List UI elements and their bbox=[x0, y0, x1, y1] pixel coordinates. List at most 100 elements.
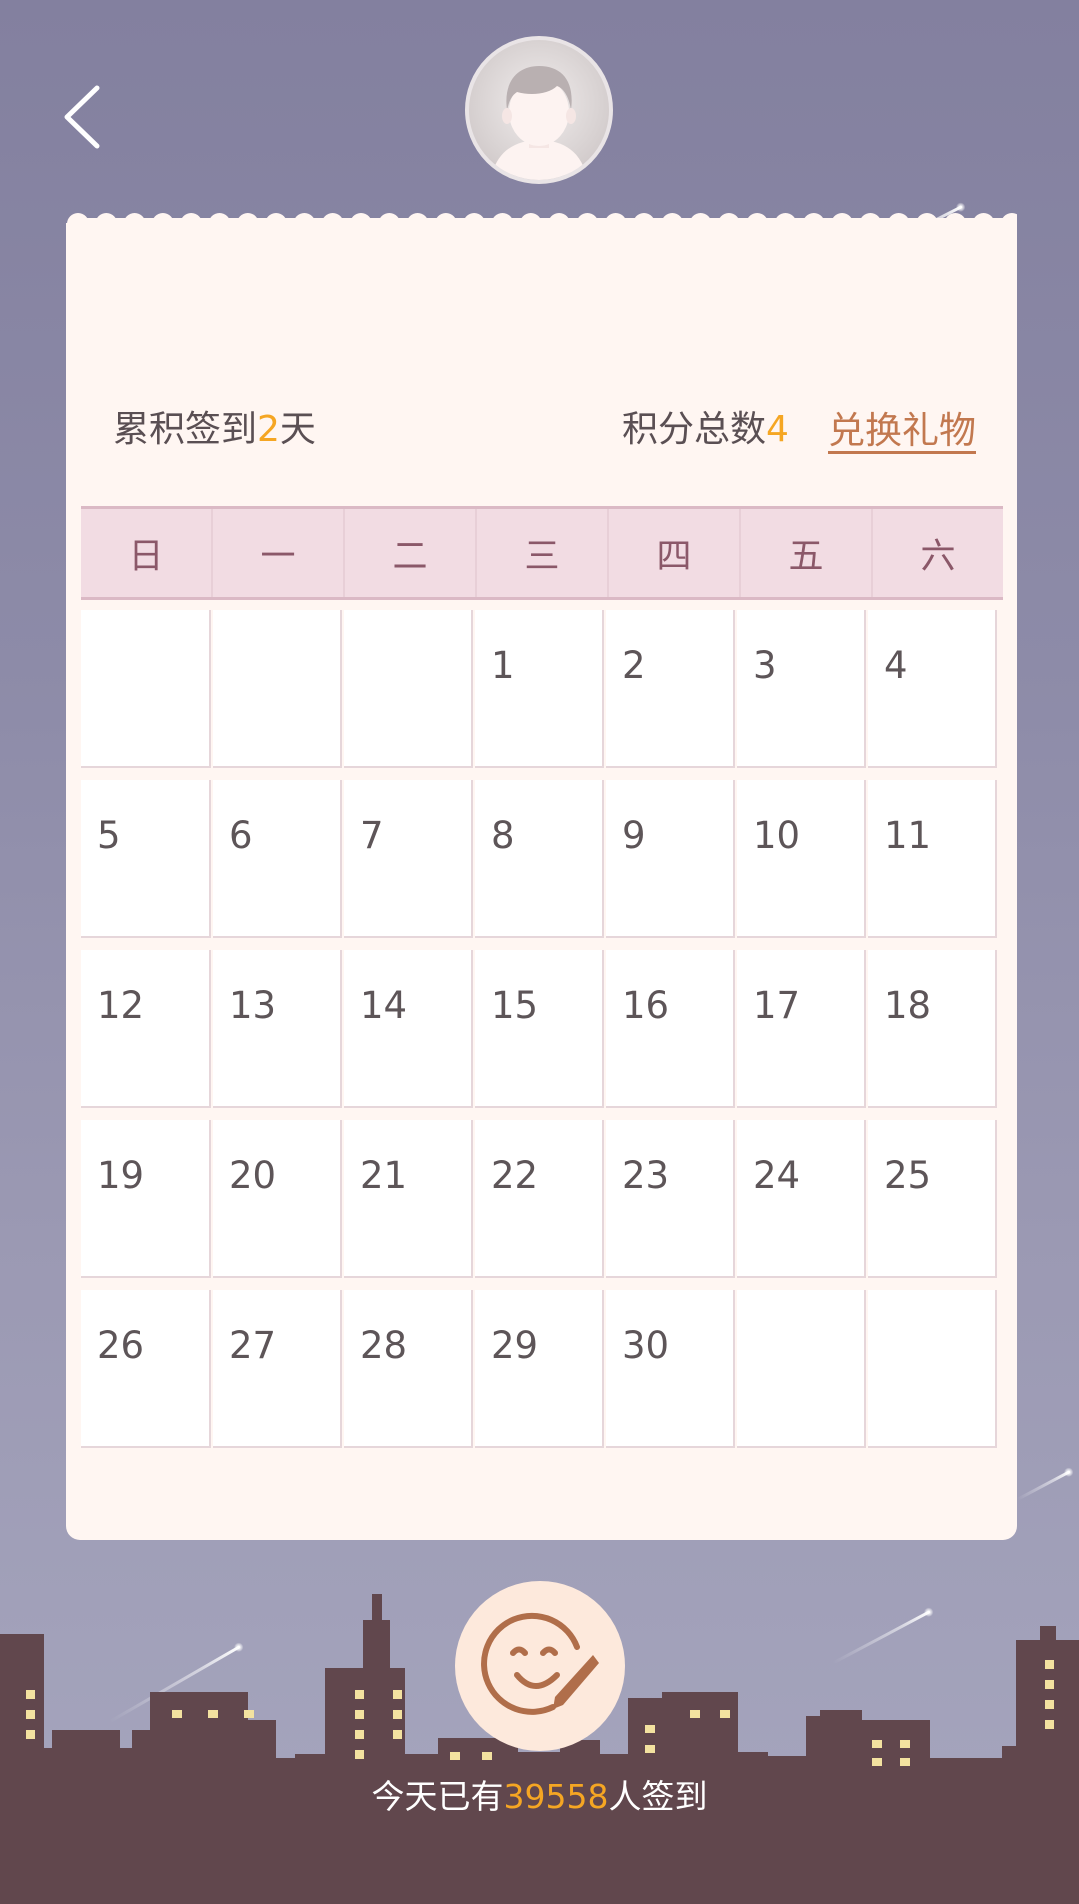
weekday-label: 四 bbox=[609, 509, 741, 597]
day-number: 6 bbox=[229, 814, 253, 857]
scallop-bump bbox=[265, 213, 288, 235]
sign-days-unit: 天 bbox=[279, 409, 316, 450]
calendar-day[interactable]: 19 bbox=[81, 1120, 211, 1278]
scallop-bump bbox=[916, 213, 938, 235]
calendar-day[interactable]: 29 bbox=[475, 1290, 604, 1448]
calendar-day[interactable] bbox=[344, 610, 473, 768]
day-number: 18 bbox=[884, 984, 932, 1027]
calendar-day[interactable]: 24 bbox=[737, 1120, 866, 1278]
weekday-label: 一 bbox=[213, 509, 345, 597]
day-number: 3 bbox=[753, 644, 777, 687]
scallop-bump bbox=[406, 213, 429, 235]
day-number: 12 bbox=[97, 984, 145, 1027]
calendar-week: 26 27 28 29 30 bbox=[81, 1290, 1003, 1448]
avatar[interactable] bbox=[465, 36, 613, 184]
calendar-day[interactable]: 28 bbox=[344, 1290, 473, 1448]
weekday-label: 三 bbox=[477, 509, 609, 597]
points-value: 4 bbox=[766, 409, 789, 450]
calendar-day[interactable]: 15 bbox=[475, 950, 604, 1108]
calendar-day[interactable] bbox=[868, 1290, 997, 1448]
day-number: 24 bbox=[753, 1154, 801, 1197]
sign-in-button[interactable] bbox=[455, 1581, 625, 1751]
scallop-bump bbox=[67, 213, 89, 235]
calendar-day[interactable]: 27 bbox=[213, 1290, 342, 1448]
day-number: 19 bbox=[97, 1154, 145, 1197]
day-number: 22 bbox=[491, 1154, 539, 1197]
scallop-bump bbox=[576, 213, 599, 235]
calendar-day[interactable] bbox=[737, 1290, 866, 1448]
calendar-day[interactable]: 12 bbox=[81, 950, 211, 1108]
day-number: 7 bbox=[360, 814, 384, 857]
weekday-header: 日 一 二 三 四 五 六 bbox=[81, 506, 1003, 600]
scallop-bump bbox=[944, 213, 967, 235]
scallop-bump bbox=[491, 213, 514, 235]
scallop-bump bbox=[236, 213, 259, 235]
weekday-label: 日 bbox=[81, 509, 213, 597]
calendar-day[interactable]: 17 bbox=[737, 950, 866, 1108]
calendar-day[interactable]: 23 bbox=[606, 1120, 735, 1278]
points-summary: 积分总数4 bbox=[622, 400, 789, 452]
count-value: 39558 bbox=[503, 1777, 609, 1816]
smiley-pencil-icon bbox=[481, 1612, 599, 1715]
day-number: 16 bbox=[622, 984, 670, 1027]
day-number: 2 bbox=[622, 644, 646, 687]
calendar-day[interactable]: 8 bbox=[475, 780, 604, 938]
calendar-day[interactable]: 14 bbox=[344, 950, 473, 1108]
calendar-week: 5 6 7 8 9 10 11 bbox=[81, 780, 1003, 938]
calendar-day[interactable]: 30 bbox=[606, 1290, 735, 1448]
back-button[interactable] bbox=[55, 82, 115, 152]
calendar-week: 19 20 21 22 23 24 25 bbox=[81, 1120, 1003, 1278]
calendar-day[interactable]: 26 bbox=[81, 1290, 211, 1448]
calendar-day[interactable]: 1 bbox=[475, 610, 604, 768]
scallop-bump bbox=[180, 213, 203, 235]
day-number: 30 bbox=[622, 1324, 670, 1367]
scallop-bump bbox=[463, 213, 486, 235]
scallop-bump bbox=[434, 213, 457, 235]
weekday-label: 六 bbox=[920, 536, 956, 577]
calendar-day[interactable]: 10 bbox=[737, 780, 866, 938]
calendar-day[interactable]: 9 bbox=[606, 780, 735, 938]
calendar-day[interactable]: 22 bbox=[475, 1120, 604, 1278]
scallop-bump bbox=[689, 213, 712, 235]
calendar-day[interactable]: 4 bbox=[868, 610, 997, 768]
calendar-week: 1 2 3 4 bbox=[81, 610, 1003, 768]
scallop-bump bbox=[378, 213, 401, 235]
calendar-day[interactable] bbox=[81, 610, 211, 768]
day-number: 14 bbox=[360, 984, 408, 1027]
scallop-bump bbox=[717, 213, 740, 235]
day-number: 23 bbox=[622, 1154, 670, 1197]
scallop-bump bbox=[151, 213, 174, 235]
exchange-gift-link[interactable]: 兑换礼物 bbox=[828, 400, 976, 454]
weekday-label: 二 bbox=[345, 509, 477, 597]
scallop-bump bbox=[633, 213, 655, 235]
calendar-day[interactable]: 21 bbox=[344, 1120, 473, 1278]
points-label: 积分总数 bbox=[622, 409, 767, 450]
calendar-day[interactable]: 7 bbox=[344, 780, 473, 938]
day-number: 15 bbox=[491, 984, 539, 1027]
day-number: 28 bbox=[360, 1324, 408, 1367]
day-number: 29 bbox=[491, 1324, 539, 1367]
calendar-day[interactable]: 16 bbox=[606, 950, 735, 1108]
calendar-day[interactable]: 6 bbox=[213, 780, 342, 938]
calendar-day[interactable]: 11 bbox=[868, 780, 997, 938]
scallop-bump bbox=[746, 213, 769, 235]
scallop-bump bbox=[802, 213, 825, 235]
day-number: 26 bbox=[97, 1324, 145, 1367]
day-number: 4 bbox=[884, 644, 908, 687]
scallop-bump bbox=[972, 213, 995, 235]
sign-in-count-text: 今天已有39558人签到 bbox=[0, 1770, 1079, 1818]
scallop-bump bbox=[661, 213, 684, 235]
scallop-bump bbox=[123, 213, 146, 235]
calendar-day[interactable]: 2 bbox=[606, 610, 735, 768]
calendar-day[interactable]: 18 bbox=[868, 950, 997, 1108]
calendar-day[interactable]: 5 bbox=[81, 780, 211, 938]
calendar-day[interactable]: 20 bbox=[213, 1120, 342, 1278]
calendar-day[interactable]: 3 bbox=[737, 610, 866, 768]
calendar-day[interactable]: 13 bbox=[213, 950, 342, 1108]
calendar-day[interactable] bbox=[213, 610, 342, 768]
calendar-grid: 1 2 3 4 5 6 7 8 9 10 11 12 13 14 15 16 1… bbox=[81, 610, 1003, 1460]
calendar-day[interactable]: 25 bbox=[868, 1120, 997, 1278]
card-scallop-edge bbox=[66, 213, 1017, 235]
calendar-week: 12 13 14 15 16 17 18 bbox=[81, 950, 1003, 1108]
day-number: 8 bbox=[491, 814, 515, 857]
